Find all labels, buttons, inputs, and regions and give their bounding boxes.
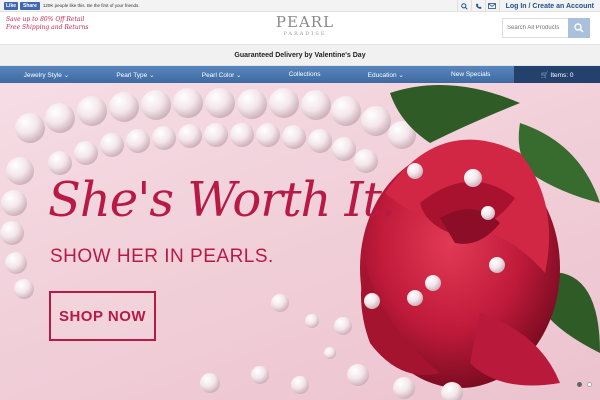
- hero-artwork: [0, 85, 600, 400]
- hero-headline: She's Worth It.: [48, 172, 396, 228]
- logo-wordmark: PEARL: [275, 13, 335, 31]
- mail-icon[interactable]: [484, 0, 499, 12]
- login-link[interactable]: Log In / Create an Account: [498, 0, 600, 12]
- carousel-dot-active[interactable]: [577, 382, 582, 387]
- search-button[interactable]: [568, 18, 590, 38]
- carousel-dot[interactable]: [587, 382, 592, 387]
- facebook-like-count: 120K people like this. Be the first of y…: [42, 3, 140, 8]
- logo-subtitle: PARADISE: [283, 31, 327, 37]
- top-icon-group: Log In / Create an Account: [456, 0, 600, 12]
- hero-banner[interactable]: She's Worth It. SHOW HER IN PEARLS. SHOP…: [0, 83, 600, 400]
- site-logo[interactable]: PEARL PARADISE: [270, 13, 340, 38]
- nav-pearl-color[interactable]: Pearl Color ⌄: [178, 66, 265, 83]
- phone-icon[interactable]: [470, 0, 485, 12]
- nav-new-specials[interactable]: New Specials: [427, 66, 514, 83]
- top-utility-bar: Like Share 120K people like this. Be the…: [0, 0, 600, 12]
- search-input[interactable]: [502, 18, 570, 38]
- delivery-banner: Guaranteed Delivery by Valentine's Day: [0, 44, 600, 66]
- shop-now-button[interactable]: SHOP NOW: [49, 291, 156, 341]
- search-icon: [574, 23, 584, 33]
- promo-line-shipping: Free Shipping and Returns: [6, 24, 89, 31]
- cart-button[interactable]: 🛒 Items: 0: [514, 66, 600, 83]
- nav-jewelry-style[interactable]: Jewelry Style ⌄: [0, 66, 93, 83]
- hero-subheadline: SHOW HER IN PEARLS.: [50, 246, 274, 267]
- facebook-like-button[interactable]: Like: [4, 1, 19, 10]
- promo-line-discount: Save up to 80% Off Retail: [6, 16, 85, 23]
- facebook-share-button[interactable]: Share: [20, 1, 40, 10]
- carousel-dots: [577, 382, 592, 387]
- nav-pearl-type[interactable]: Pearl Type ⌄: [93, 66, 178, 83]
- nav-education[interactable]: Education ⌄: [344, 66, 427, 83]
- promo-text: Save up to 80% Off Retail Free Shipping …: [6, 16, 89, 32]
- site-header: Save up to 80% Off Retail Free Shipping …: [0, 12, 600, 44]
- main-nav: Jewelry Style ⌄ Pearl Type ⌄ Pearl Color…: [0, 66, 600, 83]
- nav-collections[interactable]: Collections: [265, 66, 344, 83]
- search-icon[interactable]: [456, 0, 471, 12]
